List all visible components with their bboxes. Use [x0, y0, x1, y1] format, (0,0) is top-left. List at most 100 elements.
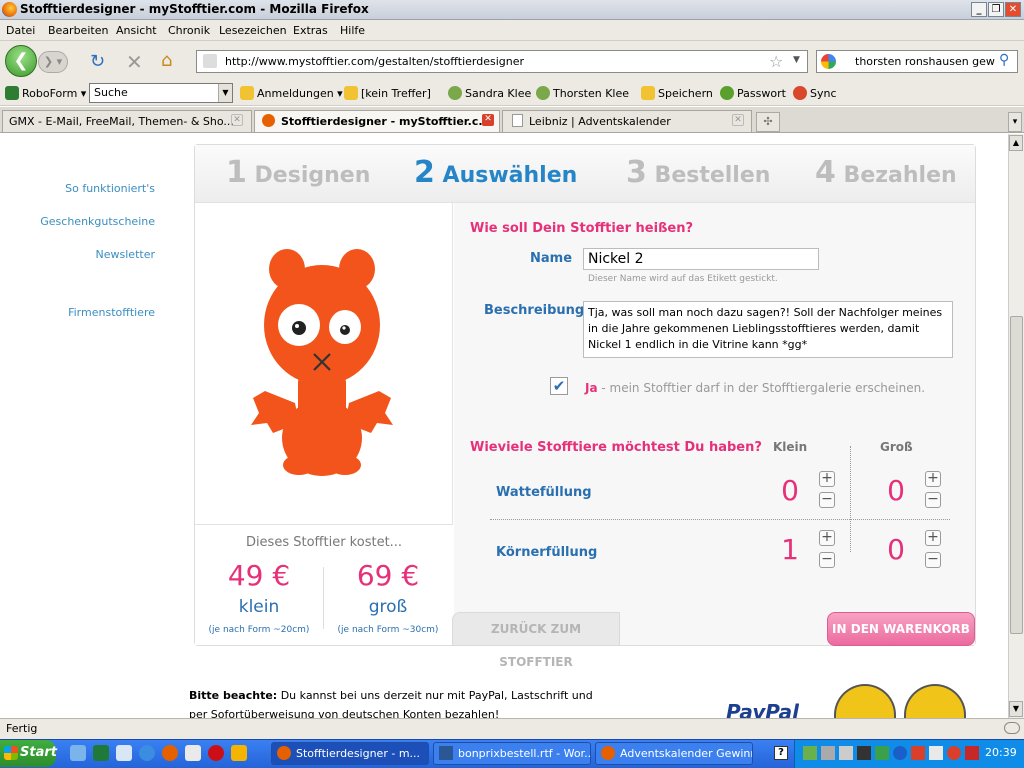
quicklaunch-icon[interactable] [70, 745, 86, 761]
close-tab-icon[interactable]: ✕ [482, 114, 494, 126]
scrollbar-thumb[interactable] [1010, 316, 1023, 634]
security-shield-icon[interactable] [965, 746, 979, 760]
roboform-button[interactable]: RoboForm ▾ [5, 86, 86, 100]
save-icon [641, 86, 655, 100]
quicklaunch-icon[interactable] [231, 745, 247, 761]
tab-list-button[interactable]: ▾ [1008, 112, 1022, 132]
description-textarea[interactable]: Tja, was soll man noch dazu sagen?! Soll… [583, 301, 953, 358]
menu-chronik[interactable]: Chronik [168, 24, 210, 37]
sidebar-link-newsletter[interactable]: Newsletter [0, 248, 155, 261]
toolbar-item-sync[interactable]: Sync [793, 86, 837, 100]
paypal-logo: PayPal [726, 700, 800, 718]
match-icon [344, 86, 358, 100]
forward-button[interactable]: ❯ ▾ [38, 51, 68, 73]
search-icon[interactable]: ⚲ [999, 52, 1009, 68]
new-tab-button[interactable]: ✣ [756, 112, 780, 132]
menu-lesezeichen[interactable]: Lesezeichen [219, 24, 287, 37]
ie-icon[interactable] [139, 745, 155, 761]
url-text: http://www.mystofftier.com/gestalten/sto… [225, 55, 525, 68]
sidebar-link-how-it-works[interactable]: So funktioniert's [0, 182, 155, 195]
sidebar-link-corporate[interactable]: Firmenstofftiere [0, 306, 155, 319]
tab-leibniz[interactable]: Leibniz | Adventskalender [502, 110, 752, 132]
stuffed-toy-image [251, 249, 393, 476]
menu-extras[interactable]: Extras [293, 24, 328, 37]
price-title: Dieses Stofftier kostet... [245, 535, 403, 550]
firefox-icon [2, 2, 17, 17]
close-button[interactable]: ✕ [1005, 2, 1021, 17]
close-tab-icon[interactable]: ✕ [231, 114, 243, 126]
excel-icon[interactable] [93, 745, 109, 761]
taskbar-item-adventskalender[interactable]: Adventskalender Gewinn... [595, 742, 753, 765]
google-icon[interactable] [821, 54, 836, 69]
plus-icon[interactable]: + [819, 471, 835, 487]
step-designen[interactable]: 1 Designen [226, 155, 370, 190]
opera-icon[interactable] [208, 745, 224, 761]
toolbar-item-speichern[interactable]: Speichern [641, 86, 713, 100]
minus-icon[interactable]: − [925, 492, 941, 508]
plus-icon[interactable]: + [819, 530, 835, 546]
url-dropdown-icon[interactable]: ▼ [793, 55, 800, 65]
toolbar-item-sandra-klee[interactable]: Sandra Klee [448, 86, 531, 100]
maximize-button[interactable]: ❐ [988, 2, 1004, 17]
network-icon[interactable] [821, 746, 835, 760]
reload-icon[interactable]: ↻ [90, 51, 105, 72]
minus-icon[interactable]: − [925, 552, 941, 568]
tray-icon[interactable] [803, 746, 817, 760]
firefox-icon [277, 746, 291, 760]
tab-gmx[interactable]: GMX - E-Mail, FreeMail, Themen- & Sho... [2, 110, 252, 132]
menu-hilfe[interactable]: Hilfe [340, 24, 365, 37]
toolbar-item-passwort[interactable]: Passwort [720, 86, 786, 100]
price-small: 49 € [227, 559, 291, 592]
name-input[interactable]: Nickel 2 [583, 248, 819, 270]
password-icon [720, 86, 734, 100]
gallery-checkbox[interactable]: ✔ [550, 377, 568, 395]
back-to-toy-button[interactable]: ZURÜCK ZUM STOFFTIER [452, 612, 620, 669]
roboform-search-input[interactable]: Suche [89, 83, 233, 103]
addon-icon[interactable] [1004, 722, 1020, 734]
toolbar-item-anmeldungen[interactable]: Anmeldungen ▾ [240, 86, 343, 100]
antivirus-icon[interactable] [947, 746, 961, 760]
tray-icon[interactable] [875, 746, 889, 760]
minus-icon[interactable]: − [819, 492, 835, 508]
menu-bearbeiten[interactable]: Bearbeiten [48, 24, 108, 37]
search-input[interactable]: thorsten ronshausen gewinn [855, 55, 995, 68]
close-tab-icon[interactable]: ✕ [732, 114, 744, 126]
menu-bar: Datei Bearbeiten Ansicht Chronik Lesezei… [0, 20, 1024, 41]
tray-icon[interactable] [911, 746, 925, 760]
home-icon[interactable]: ⌂ [161, 50, 172, 71]
menu-datei[interactable]: Datei [6, 24, 35, 37]
quantity-row-label: Wattefüllung [496, 485, 592, 500]
notepad-icon[interactable] [116, 745, 132, 761]
plus-icon[interactable]: + [925, 530, 941, 546]
tab-stofftierdesigner[interactable]: Stofftierdesigner - myStofftier.c... [254, 110, 500, 132]
taskbar-item-word[interactable]: bonprixbestell.rtf - Wor... [433, 742, 591, 765]
plus-icon[interactable]: + [925, 471, 941, 487]
scroll-down-button[interactable]: ▼ [1009, 701, 1023, 717]
editor-icon[interactable] [185, 745, 201, 761]
minimize-button[interactable]: _ [971, 2, 987, 17]
volume-icon[interactable] [839, 746, 853, 760]
search-bar[interactable]: thorsten ronshausen gewinn ⚲ [816, 50, 1018, 73]
sidebar-link-gift-vouchers[interactable]: Geschenkgutscheine [0, 215, 155, 228]
site-identity-icon[interactable] [203, 54, 217, 68]
add-to-cart-button[interactable]: IN DEN WARENKORB [827, 612, 975, 646]
firefox-icon[interactable] [162, 745, 178, 761]
toolbar-item-kein-treffer[interactable]: [kein Treffer] [344, 86, 431, 100]
toolbar-item-thorsten-klee[interactable]: Thorsten Klee [536, 86, 629, 100]
tray-icon[interactable] [929, 746, 943, 760]
size-large-note: (je nach Form ~30cm) [337, 625, 439, 635]
scroll-up-button[interactable]: ▲ [1009, 135, 1023, 151]
tray-icon[interactable] [857, 746, 871, 760]
chevron-down-icon[interactable]: ▼ [218, 84, 232, 102]
taskbar-item-firefox[interactable]: Stofftierdesigner - m... [271, 742, 429, 765]
bluetooth-icon[interactable] [893, 746, 907, 760]
system-tray: 20:39 [794, 740, 1024, 768]
minus-icon[interactable]: − [819, 552, 835, 568]
back-button[interactable]: ❮ [5, 45, 37, 77]
bookmark-star-icon[interactable]: ☆ [769, 52, 783, 71]
stop-icon[interactable]: ✕ [126, 50, 143, 74]
step-auswaehlen: 2 Auswählen [414, 155, 578, 190]
help-icon[interactable]: ? [774, 746, 788, 760]
menu-ansicht[interactable]: Ansicht [116, 24, 157, 37]
url-bar[interactable]: http://www.mystofftier.com/gestalten/sto… [196, 50, 808, 73]
